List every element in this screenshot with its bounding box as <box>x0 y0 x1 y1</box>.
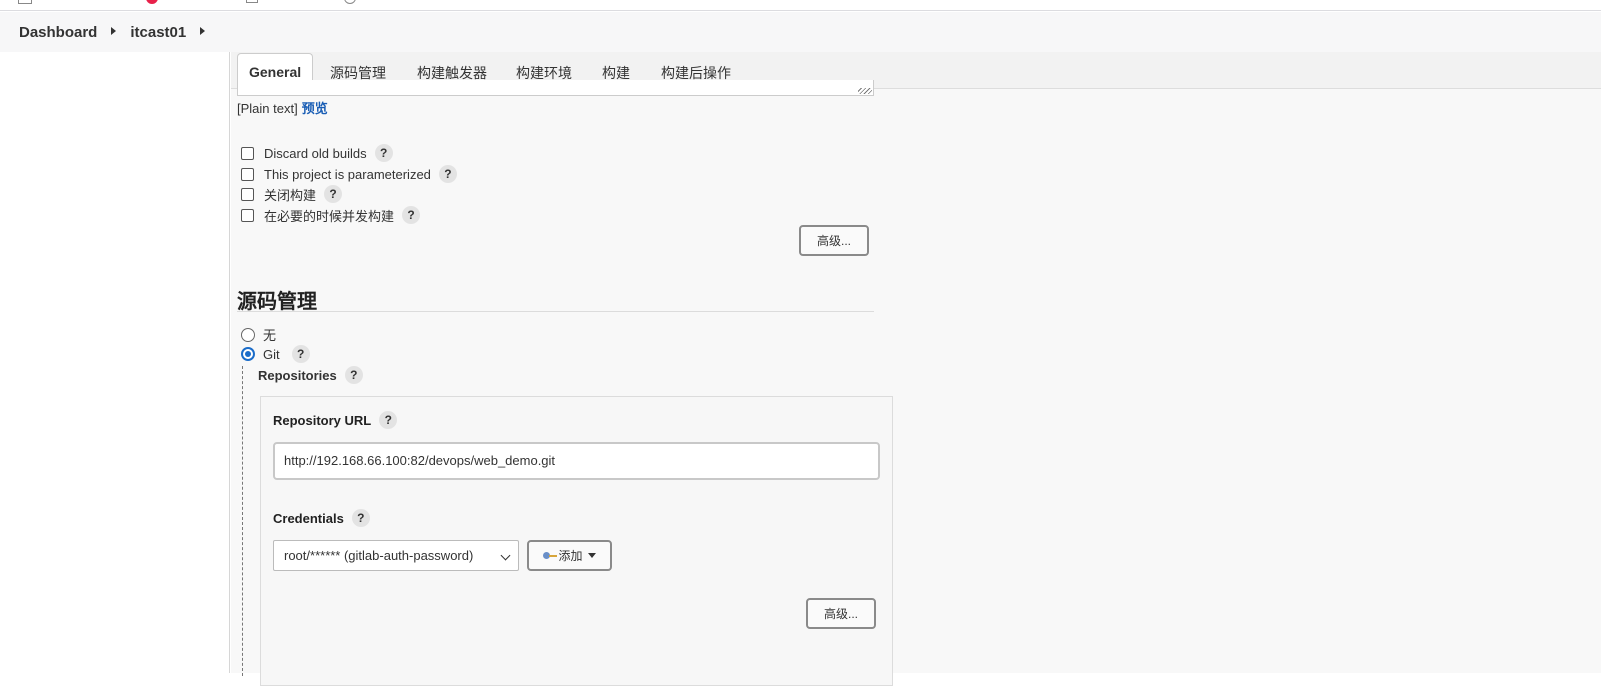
repo-advanced-button[interactable]: 高级... <box>806 598 876 629</box>
help-icon[interactable]: ? <box>438 165 457 183</box>
breadcrumb-chevron-icon[interactable] <box>200 27 206 35</box>
section-divider <box>237 311 874 312</box>
help-icon[interactable]: ? <box>374 144 393 162</box>
option-label: 关闭构建 <box>264 187 317 203</box>
description-textarea[interactable] <box>237 80 874 96</box>
help-icon[interactable]: ? <box>351 509 370 527</box>
resize-grip-icon[interactable] <box>858 88 872 94</box>
key-icon <box>543 552 558 559</box>
repository-url-input[interactable]: http://192.168.66.100:82/devops/web_demo… <box>273 442 880 480</box>
option-concurrent-builds: 在必要的时候并发构建 ? <box>241 206 421 224</box>
repository-url-label-text: Repository URL <box>273 412 372 428</box>
credentials-label-text: Credentials <box>273 510 344 526</box>
scm-option-git: Git ? <box>241 345 310 363</box>
help-icon[interactable]: ? <box>344 366 363 384</box>
option-label: Discard old builds <box>264 145 367 161</box>
breadcrumb-chevron-icon[interactable] <box>111 27 117 35</box>
sidebar <box>0 52 230 673</box>
option-discard-old-builds: Discard old builds ? <box>241 144 393 162</box>
scm-section-title: 源码管理 <box>237 291 317 313</box>
credentials-select[interactable]: root/****** (gitlab-auth-password) <box>273 540 519 571</box>
breadcrumb: Dashboard itcast01 <box>0 12 1601 52</box>
help-icon[interactable]: ? <box>379 411 398 429</box>
add-credentials-button[interactable]: 添加 <box>527 540 612 571</box>
radio-button-selected[interactable] <box>241 347 255 361</box>
toolbar-icon[interactable] <box>18 0 32 4</box>
toolbar-icon[interactable] <box>146 0 158 4</box>
option-disable-build: 关闭构建 ? <box>241 185 343 203</box>
repository-url-label: Repository URL ? <box>273 411 398 429</box>
checkbox[interactable] <box>241 167 254 181</box>
toolbar-icon[interactable] <box>246 0 258 3</box>
radio-label: Git <box>263 346 280 362</box>
credentials-selected-value: root/****** (gitlab-auth-password) <box>284 548 474 563</box>
repository-panel: Repository URL ? http://192.168.66.100:8… <box>260 396 893 686</box>
general-advanced-button[interactable]: 高级... <box>799 225 869 256</box>
option-parameterized: This project is parameterized ? <box>241 165 457 183</box>
preview-link[interactable]: 预览 <box>302 101 328 116</box>
browser-toolbar-edge <box>0 0 1601 11</box>
checkbox[interactable] <box>241 146 254 160</box>
description-format: [Plain text] 预览 <box>237 98 328 117</box>
repositories-label-text: Repositories <box>258 367 337 383</box>
help-icon[interactable]: ? <box>402 206 421 224</box>
radio-label: 无 <box>263 328 277 343</box>
help-icon[interactable]: ? <box>291 345 310 363</box>
globe-icon[interactable] <box>344 0 356 4</box>
git-section-guide <box>242 366 243 676</box>
radio-button[interactable] <box>241 327 255 342</box>
option-label: This project is parameterized <box>264 166 431 182</box>
add-credentials-label: 添加 <box>558 549 583 563</box>
breadcrumb-dashboard[interactable]: Dashboard <box>19 24 97 41</box>
breadcrumb-project[interactable]: itcast01 <box>130 24 186 41</box>
help-icon[interactable]: ? <box>324 185 343 203</box>
repositories-label: Repositories ? <box>258 366 363 384</box>
checkbox[interactable] <box>241 208 254 222</box>
scm-option-none: 无 <box>241 325 276 344</box>
config-form: General 源码管理 构建触发器 构建环境 构建 构建后操作 [Plain … <box>231 52 1601 686</box>
caret-down-icon <box>587 553 596 558</box>
plain-text-label: [Plain text] <box>237 101 298 116</box>
option-label: 在必要的时候并发构建 <box>264 208 395 224</box>
checkbox[interactable] <box>241 187 254 201</box>
credentials-label: Credentials ? <box>273 509 370 527</box>
chevron-down-icon <box>500 550 511 561</box>
